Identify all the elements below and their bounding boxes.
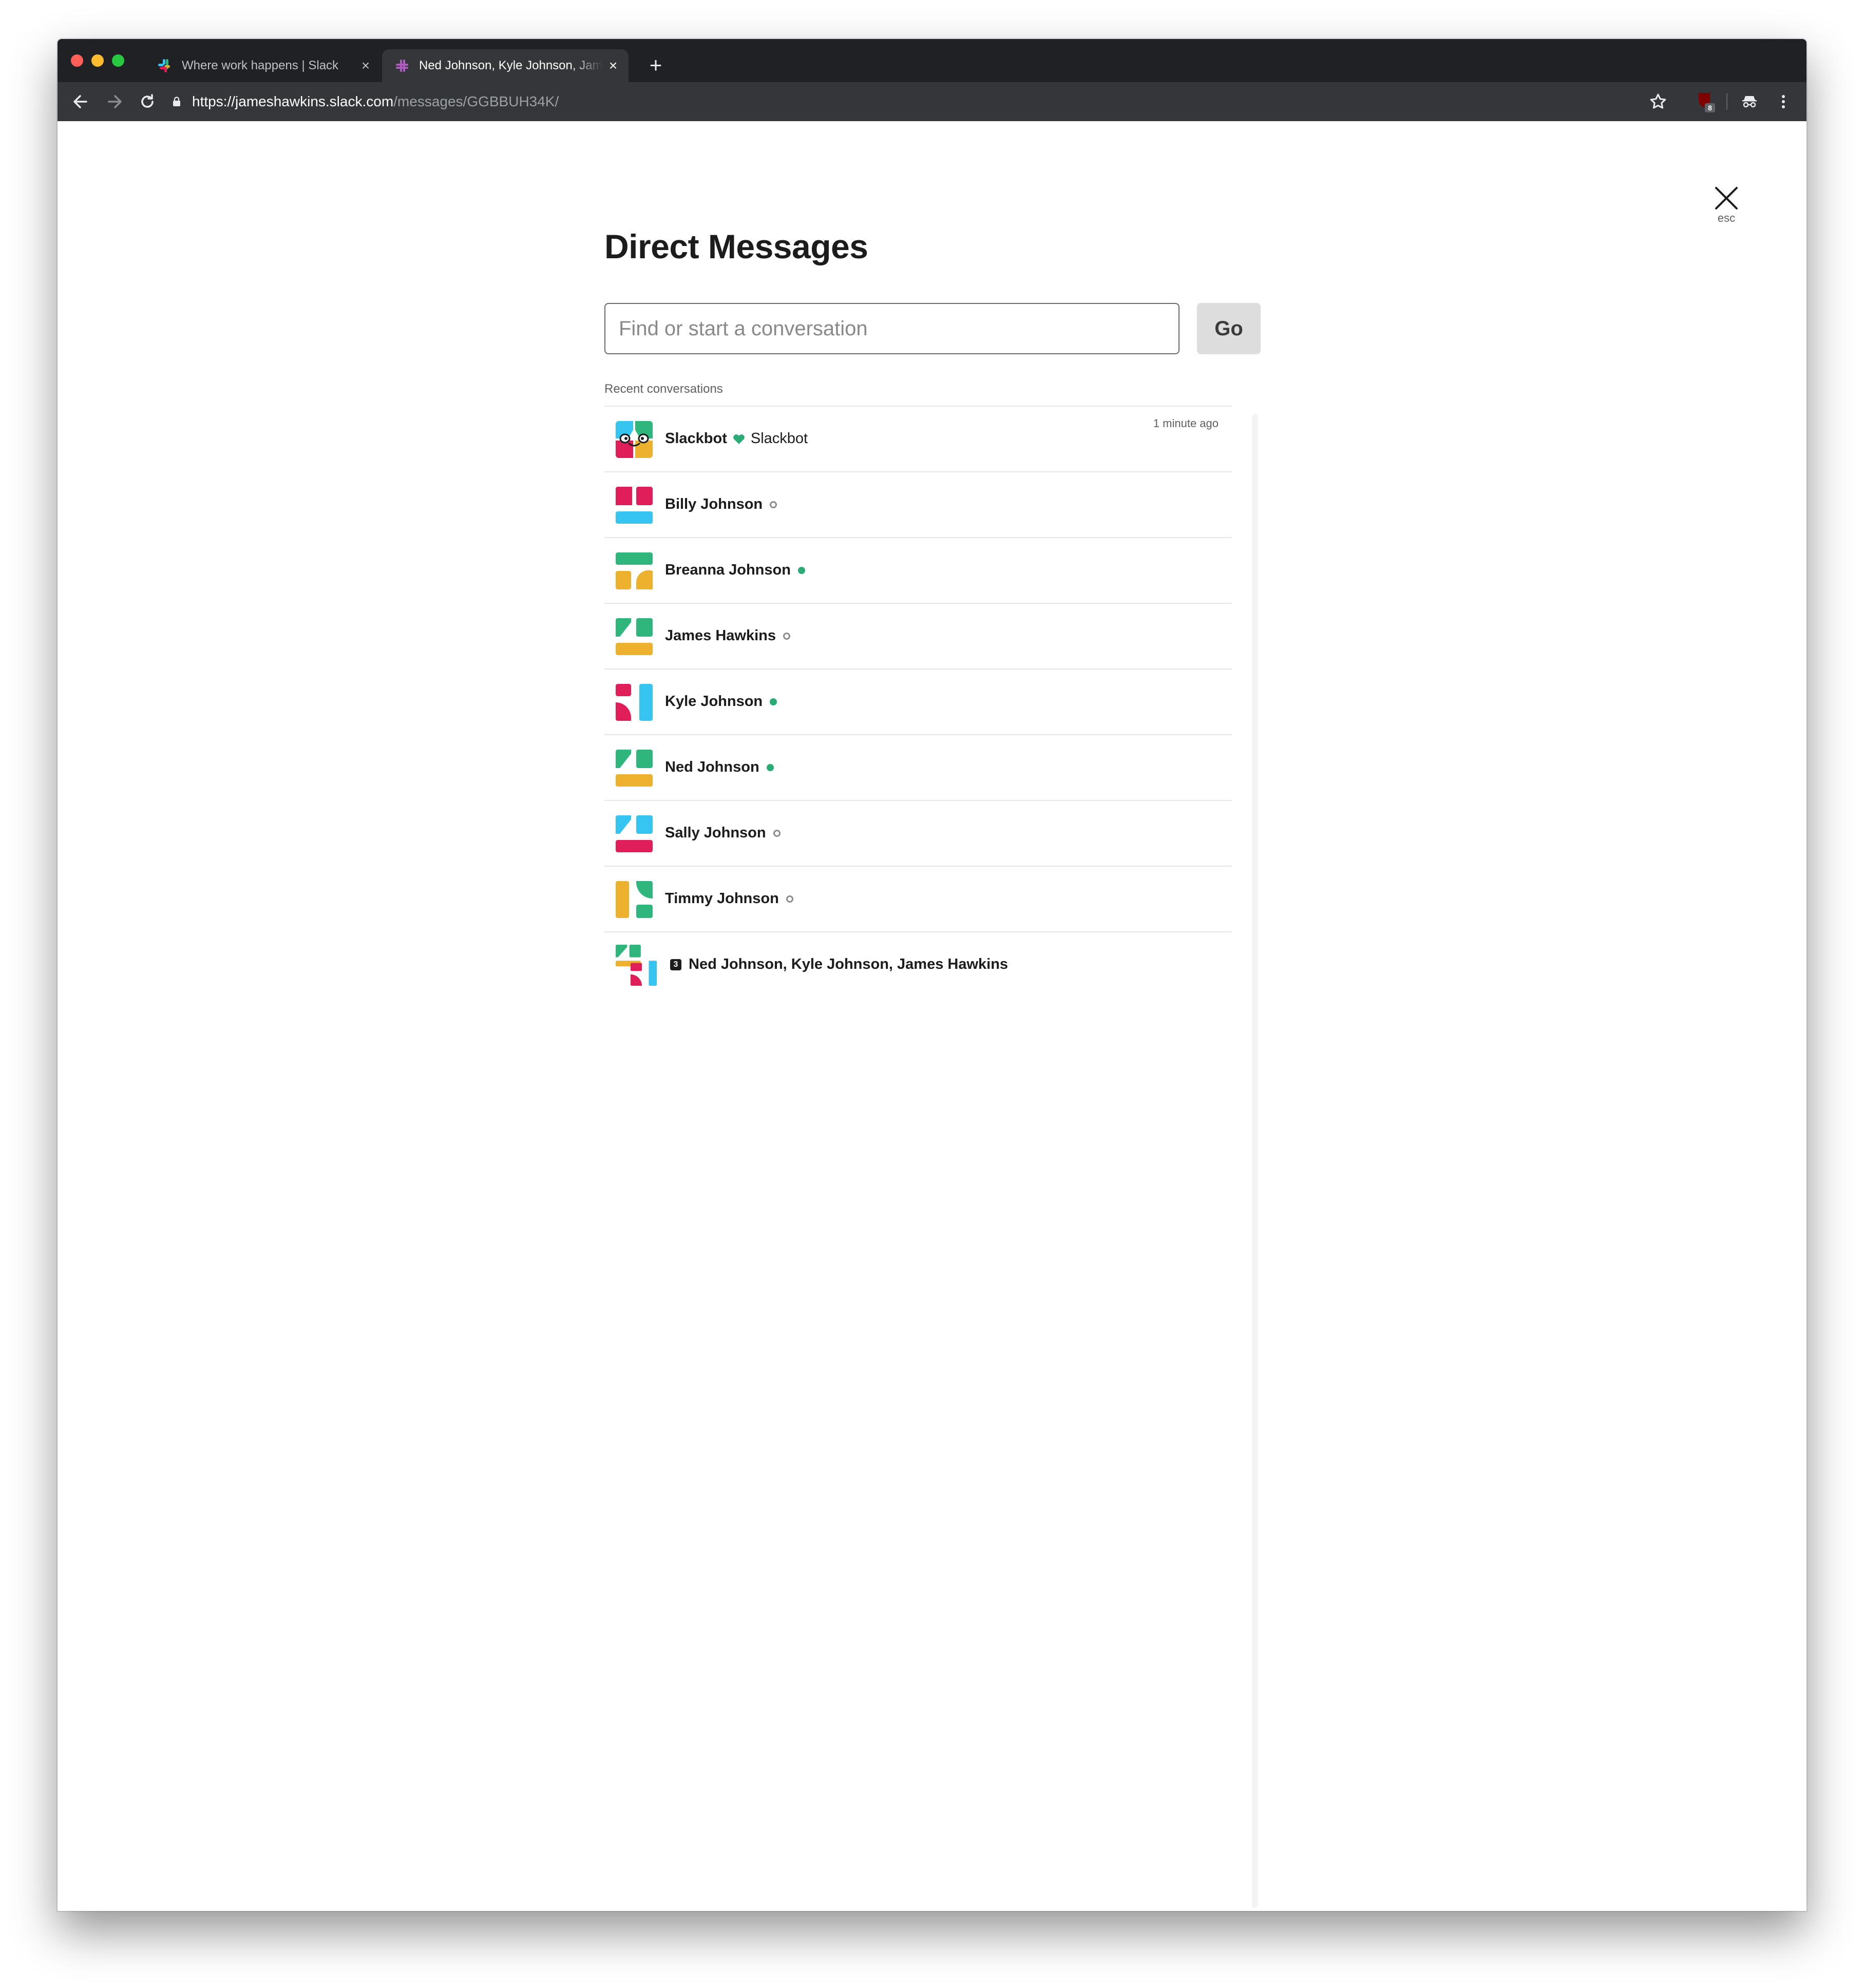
conversation-name: Timmy Johnson (665, 890, 793, 907)
away-status-icon (783, 632, 791, 640)
contact-name: Billy Johnson (665, 496, 763, 512)
url-host: https://jameshawkins.slack.com (192, 93, 394, 109)
zoom-window-button[interactable] (112, 54, 124, 67)
ublock-extension-icon[interactable]: 8 (1696, 91, 1716, 113)
conversation-name: Slackbot Slackbot (665, 430, 808, 447)
conversation-name: Breanna Johnson (665, 562, 805, 579)
away-status-icon (770, 501, 777, 508)
slack-logo-icon (158, 59, 170, 72)
browser-window: Where work happens | Slack × Ned Johnson… (58, 39, 1806, 1911)
slack-logo-icon (396, 60, 408, 72)
kebab-menu-icon[interactable] (1771, 89, 1796, 114)
esc-hint: esc (1717, 212, 1736, 224)
minimize-window-button[interactable] (91, 54, 104, 67)
group-avatar-icon (616, 945, 657, 986)
contact-name: James Hawkins (665, 627, 776, 644)
heart-icon (733, 434, 745, 444)
forward-arrow-icon[interactable] (102, 89, 127, 114)
reload-icon[interactable] (135, 89, 160, 114)
conversation-name: Sally Johnson (665, 825, 781, 842)
user-avatar-icon (616, 815, 653, 852)
contact-name: Ned Johnson (665, 759, 759, 775)
browser-toolbar: https://jameshawkins.slack.com/messages/… (58, 82, 1806, 121)
scrollbar[interactable] (1252, 414, 1258, 1908)
new-tab-button[interactable]: + (643, 52, 669, 78)
tab-strip: Where work happens | Slack × Ned Johnson… (58, 39, 1806, 82)
close-icon[interactable] (1711, 183, 1742, 214)
contact-name: Breanna Johnson (665, 562, 791, 578)
conversation-search-input[interactable] (604, 303, 1180, 354)
conversation-row-timmy-johnson[interactable]: Timmy Johnson (604, 867, 1232, 932)
user-avatar-icon (616, 487, 653, 524)
direct-messages-page: esc Direct Messages Go Recent conversati… (58, 121, 1806, 1911)
extension-badge-count: 8 (1708, 104, 1712, 112)
active-status-icon (770, 698, 777, 705)
go-button[interactable]: Go (1197, 303, 1261, 354)
close-window-button[interactable] (71, 54, 83, 67)
member-count-badge: 3 (670, 959, 681, 970)
away-status-icon (786, 895, 793, 903)
user-avatar-icon (616, 552, 653, 589)
close-tab-icon[interactable]: × (603, 58, 623, 74)
group-member-names: Ned Johnson, Kyle Johnson, James Hawkins (689, 956, 1009, 972)
contact-name: Sally Johnson (665, 825, 766, 841)
user-avatar-icon (616, 881, 653, 918)
conversation-name: Ned Johnson (665, 759, 774, 776)
conversation-name: Kyle Johnson (665, 693, 777, 710)
active-status-icon (797, 566, 805, 574)
bot-display-name: Slackbot (750, 430, 808, 447)
contact-name: Slackbot (665, 430, 727, 447)
conversation-row-slackbot[interactable]: Slackbot Slackbot 1 minute ago (604, 407, 1232, 472)
contact-name: Timmy Johnson (665, 890, 779, 907)
slackbot-avatar-icon (616, 421, 653, 458)
address-bar[interactable]: https://jameshawkins.slack.com/messages/… (173, 87, 1713, 116)
incognito-icon[interactable] (1737, 89, 1762, 114)
conversation-row-james-hawkins[interactable]: James Hawkins (604, 604, 1232, 670)
away-status-icon (773, 829, 781, 837)
active-status-icon (766, 763, 774, 771)
contact-name: Kyle Johnson (665, 693, 763, 710)
conversation-name: James Hawkins (665, 627, 791, 644)
lock-icon (173, 97, 180, 106)
conversation-row-group[interactable]: 3 Ned Johnson, Kyle Johnson, James Hawki… (604, 932, 1232, 997)
user-avatar-icon (616, 750, 653, 787)
conversation-row-breanna-johnson[interactable]: Breanna Johnson (604, 538, 1232, 604)
tab-title: Ned Johnson, Kyle Johnson, James Hawkins (419, 59, 603, 72)
close-tab-icon[interactable]: × (355, 58, 376, 74)
conversation-row-sally-johnson[interactable]: Sally Johnson (604, 801, 1232, 867)
user-avatar-icon (616, 618, 653, 655)
section-label: Recent conversations (604, 382, 723, 396)
conversation-list: Slackbot Slackbot 1 minute ago Billy Joh… (604, 406, 1232, 997)
conversation-name: 3 Ned Johnson, Kyle Johnson, James Hawki… (670, 956, 1008, 973)
tab-direct-messages[interactable]: Ned Johnson, Kyle Johnson, James Hawkins… (382, 49, 629, 82)
conversation-row-ned-johnson[interactable]: Ned Johnson (604, 735, 1232, 801)
conversation-row-kyle-johnson[interactable]: Kyle Johnson (604, 670, 1232, 735)
tab-title: Where work happens | Slack (182, 59, 339, 72)
user-avatar-icon (616, 684, 653, 721)
url-path: /messages/GGBBUH34K/ (393, 93, 559, 109)
page-title: Direct Messages (604, 227, 868, 265)
tab-slack-home[interactable]: Where work happens | Slack × (145, 49, 381, 82)
conversation-row-billy-johnson[interactable]: Billy Johnson (604, 472, 1232, 538)
conversation-name: Billy Johnson (665, 496, 777, 513)
back-arrow-icon[interactable] (68, 89, 93, 114)
bookmark-star-icon[interactable] (1645, 89, 1671, 114)
toolbar-separator (1726, 93, 1727, 110)
last-message-time: 1 minute ago (1153, 417, 1219, 430)
